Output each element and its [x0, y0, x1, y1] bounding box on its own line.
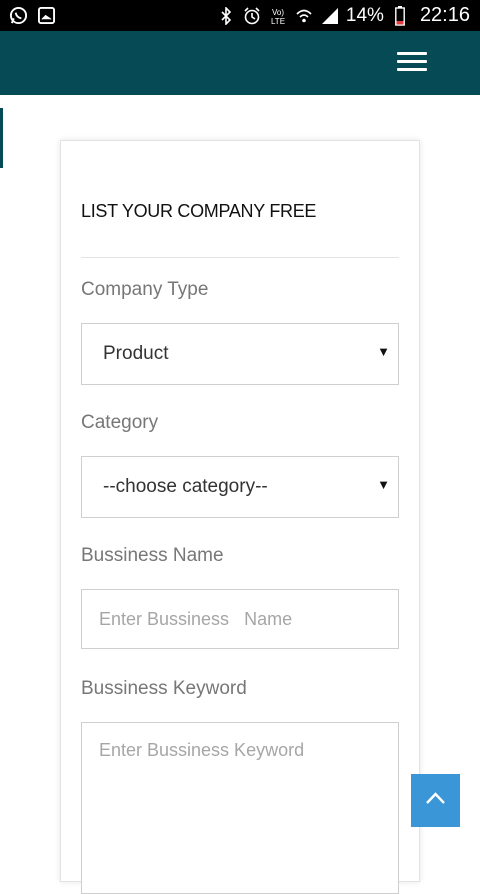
app-header [0, 31, 480, 95]
category-select[interactable]: --choose category-- ▼ [81, 456, 399, 518]
clock-time: 22:16 [419, 4, 470, 26]
svg-text:Vo): Vo) [272, 8, 284, 17]
status-bar: Vo) LTE 14% 22:16 [0, 0, 480, 31]
category-value: --choose category-- [103, 476, 268, 497]
business-keyword-placeholder: Enter Bussiness Keyword [99, 740, 305, 760]
volte-icon: Vo) LTE [268, 6, 288, 26]
signal-icon [320, 6, 340, 26]
wifi-icon [294, 6, 314, 26]
scroll-to-top-button[interactable] [411, 774, 460, 827]
chevron-up-icon [426, 792, 445, 804]
hamburger-menu-icon[interactable] [393, 47, 431, 77]
battery-percent: 14% [345, 4, 384, 26]
svg-text:LTE: LTE [271, 17, 285, 26]
dropdown-caret-icon: ▼ [377, 344, 390, 359]
battery-icon [390, 5, 410, 26]
bluetooth-icon [216, 6, 236, 26]
dropdown-caret-icon: ▼ [377, 477, 390, 492]
title-divider [81, 257, 399, 258]
company-type-value: Product [103, 343, 169, 364]
company-type-label: Company Type [81, 279, 209, 300]
form-title: LIST YOUR COMPANY FREE [81, 201, 317, 221]
whatsapp-icon [8, 5, 28, 25]
alarm-icon [242, 6, 262, 26]
business-name-placeholder: Enter Bussiness Name [99, 609, 293, 629]
category-label: Category [81, 412, 159, 433]
company-type-select[interactable]: Product ▼ [81, 323, 399, 385]
business-keyword-textarea[interactable]: Enter Bussiness Keyword [81, 722, 399, 894]
side-tab-indicator [0, 108, 3, 168]
status-bar-right: Vo) LTE 14% 22:16 [216, 0, 470, 31]
company-listing-card: LIST YOUR COMPANY FREE Company Type Prod… [60, 140, 420, 894]
status-bar-left [8, 5, 56, 25]
business-name-input[interactable]: Enter Bussiness Name [81, 589, 399, 649]
business-name-label: Bussiness Name [81, 545, 224, 566]
gallery-icon [36, 5, 56, 25]
business-keyword-label: Bussiness Keyword [81, 678, 247, 699]
